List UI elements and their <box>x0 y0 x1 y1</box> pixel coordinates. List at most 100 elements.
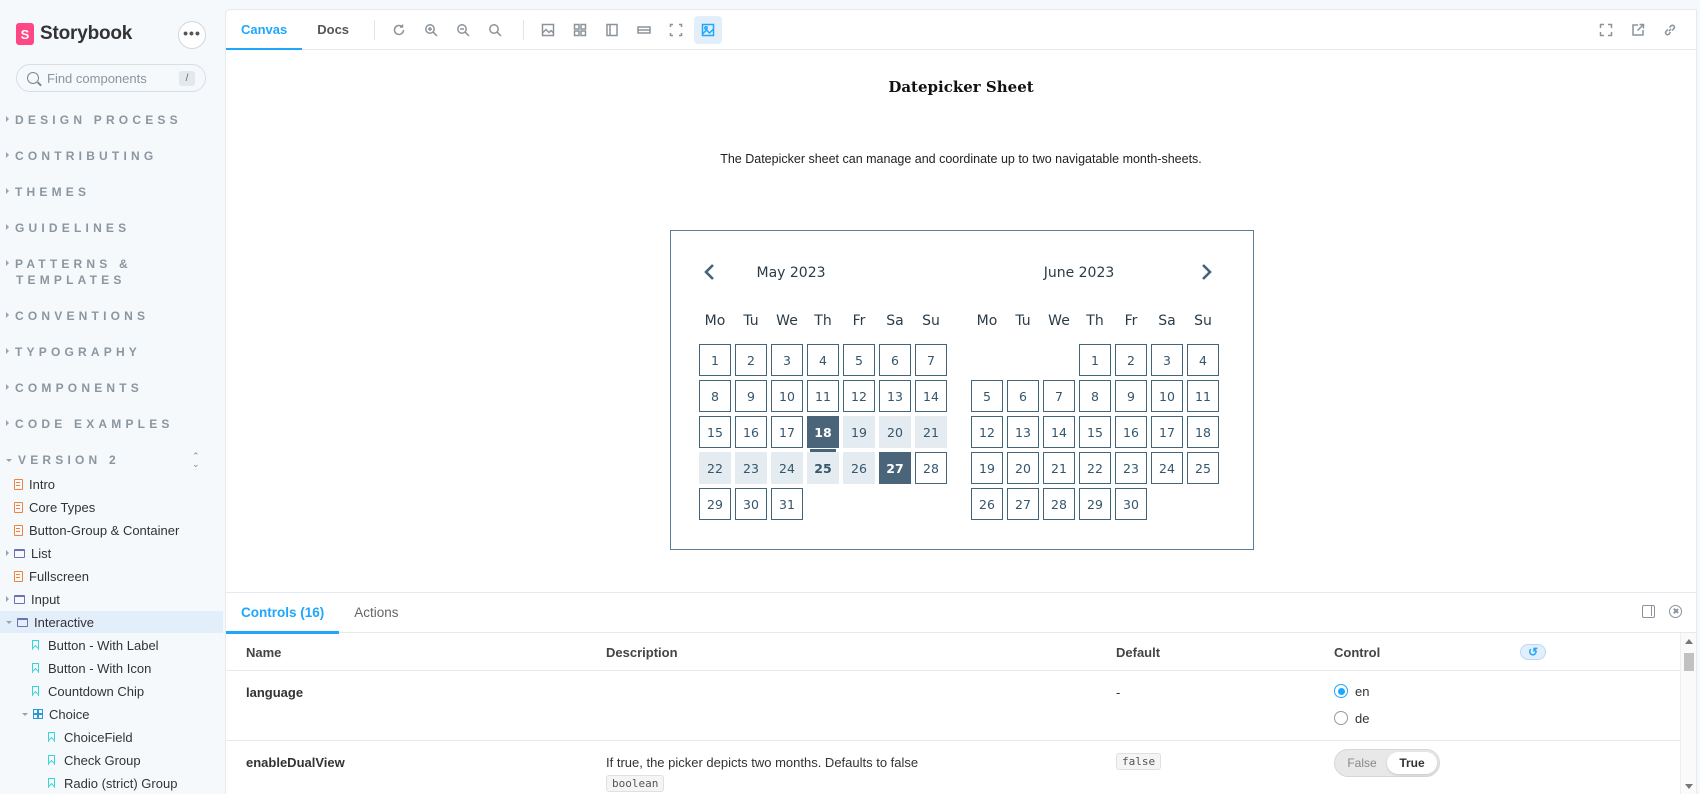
day-cell[interactable]: 2 <box>1115 344 1147 376</box>
close-panel-icon[interactable] <box>1669 605 1682 618</box>
day-cell[interactable]: 13 <box>1007 416 1039 448</box>
day-cell[interactable]: 18 <box>1187 416 1219 448</box>
sidebar-item-choicefield[interactable]: ChoiceField <box>0 726 223 748</box>
day-cell[interactable]: 13 <box>879 380 911 412</box>
grid-icon[interactable] <box>566 16 594 44</box>
day-cell[interactable]: 8 <box>699 380 731 412</box>
day-cell[interactable]: 12 <box>843 380 875 412</box>
day-cell[interactable]: 9 <box>1115 380 1147 412</box>
background-icon[interactable] <box>534 16 562 44</box>
tab-actions[interactable]: Actions <box>339 593 413 633</box>
section-typography[interactable]: TYPOGRAPHY <box>6 344 141 360</box>
sidebar-item-countdown-chip[interactable]: Countdown Chip <box>0 680 223 702</box>
day-cell[interactable]: 17 <box>771 416 803 448</box>
boolean-toggle[interactable]: False True <box>1334 749 1440 777</box>
day-cell[interactable]: 14 <box>915 380 947 412</box>
day-cell[interactable]: 15 <box>1079 416 1111 448</box>
day-cell[interactable]: 27 <box>879 452 911 484</box>
brand[interactable]: S Storybook <box>16 22 132 46</box>
controls-scrollbar[interactable] <box>1680 633 1696 794</box>
day-cell[interactable]: 4 <box>807 344 839 376</box>
tab-controls[interactable]: Controls (16) <box>226 593 340 634</box>
day-cell[interactable]: 24 <box>771 452 803 484</box>
sidebar-item-choice[interactable]: Choice <box>0 703 223 725</box>
day-cell[interactable]: 26 <box>843 452 875 484</box>
section-patterns-templates[interactable]: PATTERNS & TEMPLATES <box>6 256 132 288</box>
day-cell[interactable]: 28 <box>915 452 947 484</box>
section-code-examples[interactable]: CODE EXAMPLES <box>6 416 174 432</box>
day-cell[interactable]: 22 <box>699 452 731 484</box>
fullscreen-icon[interactable] <box>1592 16 1620 44</box>
day-cell[interactable]: 18 <box>807 416 839 448</box>
day-cell[interactable]: 1 <box>699 344 731 376</box>
sidebar-item-button-group-container[interactable]: Button-Group & Container <box>0 519 223 541</box>
day-cell[interactable]: 16 <box>1115 416 1147 448</box>
day-cell[interactable]: 11 <box>807 380 839 412</box>
day-cell[interactable]: 3 <box>1151 344 1183 376</box>
search-input[interactable] <box>47 70 177 86</box>
search-box[interactable]: / <box>16 64 206 92</box>
day-cell[interactable]: 9 <box>735 380 767 412</box>
chevron-left-icon[interactable] <box>699 261 721 283</box>
day-cell[interactable]: 30 <box>735 488 767 520</box>
scroll-down-icon[interactable] <box>1685 784 1693 789</box>
scrollbar-thumb[interactable] <box>1684 653 1694 671</box>
tab-docs[interactable]: Docs <box>302 10 364 50</box>
reset-controls-icon[interactable]: ↺ <box>1520 644 1546 660</box>
day-cell[interactable]: 3 <box>771 344 803 376</box>
day-cell[interactable]: 5 <box>843 344 875 376</box>
day-cell[interactable]: 2 <box>735 344 767 376</box>
image-snapshot-icon[interactable] <box>694 15 723 44</box>
sidebar-item-interactive[interactable]: Interactive <box>0 611 223 633</box>
day-cell[interactable]: 22 <box>1079 452 1111 484</box>
collapse-all-icon[interactable]: ⌃ ⌄ <box>192 452 200 469</box>
radio-option-de[interactable]: de <box>1334 708 1369 728</box>
day-cell[interactable]: 20 <box>1007 452 1039 484</box>
day-cell[interactable]: 6 <box>1007 380 1039 412</box>
day-cell[interactable]: 8 <box>1079 380 1111 412</box>
day-cell[interactable]: 31 <box>771 488 803 520</box>
day-cell[interactable]: 4 <box>1187 344 1219 376</box>
day-cell[interactable]: 27 <box>1007 488 1039 520</box>
section-contributing[interactable]: CONTRIBUTING <box>6 148 157 164</box>
zoom-out-icon[interactable] <box>449 16 477 44</box>
day-cell[interactable]: 1 <box>1079 344 1111 376</box>
section-design-process[interactable]: DESIGN PROCESS <box>6 112 182 128</box>
sidebar-item-button-with-label[interactable]: Button - With Label <box>0 634 223 656</box>
day-cell[interactable]: 28 <box>1043 488 1075 520</box>
radio-option-en[interactable]: en <box>1334 681 1369 701</box>
open-new-tab-icon[interactable] <box>1624 16 1652 44</box>
chevron-right-icon[interactable] <box>1195 261 1217 283</box>
scroll-up-icon[interactable] <box>1685 639 1693 644</box>
day-cell[interactable]: 21 <box>1043 452 1075 484</box>
day-cell[interactable]: 25 <box>1187 452 1219 484</box>
section-conventions[interactable]: CONVENTIONS <box>6 308 149 324</box>
outline-icon[interactable] <box>662 16 690 44</box>
reload-icon[interactable] <box>385 16 413 44</box>
sidebar-item-button-with-icon[interactable]: Button - With Icon <box>0 657 223 679</box>
day-cell[interactable]: 7 <box>1043 380 1075 412</box>
zoom-in-icon[interactable] <box>417 16 445 44</box>
day-cell[interactable]: 19 <box>971 452 1003 484</box>
day-cell[interactable]: 23 <box>1115 452 1147 484</box>
day-cell[interactable]: 12 <box>971 416 1003 448</box>
section-guidelines[interactable]: GUIDELINES <box>6 220 130 236</box>
day-cell[interactable]: 29 <box>699 488 731 520</box>
viewport-icon[interactable] <box>598 16 626 44</box>
day-cell[interactable]: 7 <box>915 344 947 376</box>
sidebar-item-check-group[interactable]: Check Group <box>0 749 223 771</box>
sidebar-item-input[interactable]: Input <box>0 588 223 610</box>
sidebar-item-fullscreen[interactable]: Fullscreen <box>0 565 223 587</box>
day-cell[interactable]: 21 <box>915 416 947 448</box>
day-cell[interactable]: 17 <box>1151 416 1183 448</box>
day-cell[interactable]: 24 <box>1151 452 1183 484</box>
tab-canvas[interactable]: Canvas <box>226 10 303 51</box>
day-cell[interactable]: 15 <box>699 416 731 448</box>
toggle-false[interactable]: False <box>1337 752 1387 774</box>
day-cell[interactable]: 20 <box>879 416 911 448</box>
measure-icon[interactable] <box>630 16 658 44</box>
sidebar-item-core-types[interactable]: Core Types <box>0 496 223 518</box>
sidebar-item-list[interactable]: List <box>0 542 223 564</box>
sidebar-menu-button[interactable]: ••• <box>178 21 206 49</box>
day-cell[interactable]: 11 <box>1187 380 1219 412</box>
